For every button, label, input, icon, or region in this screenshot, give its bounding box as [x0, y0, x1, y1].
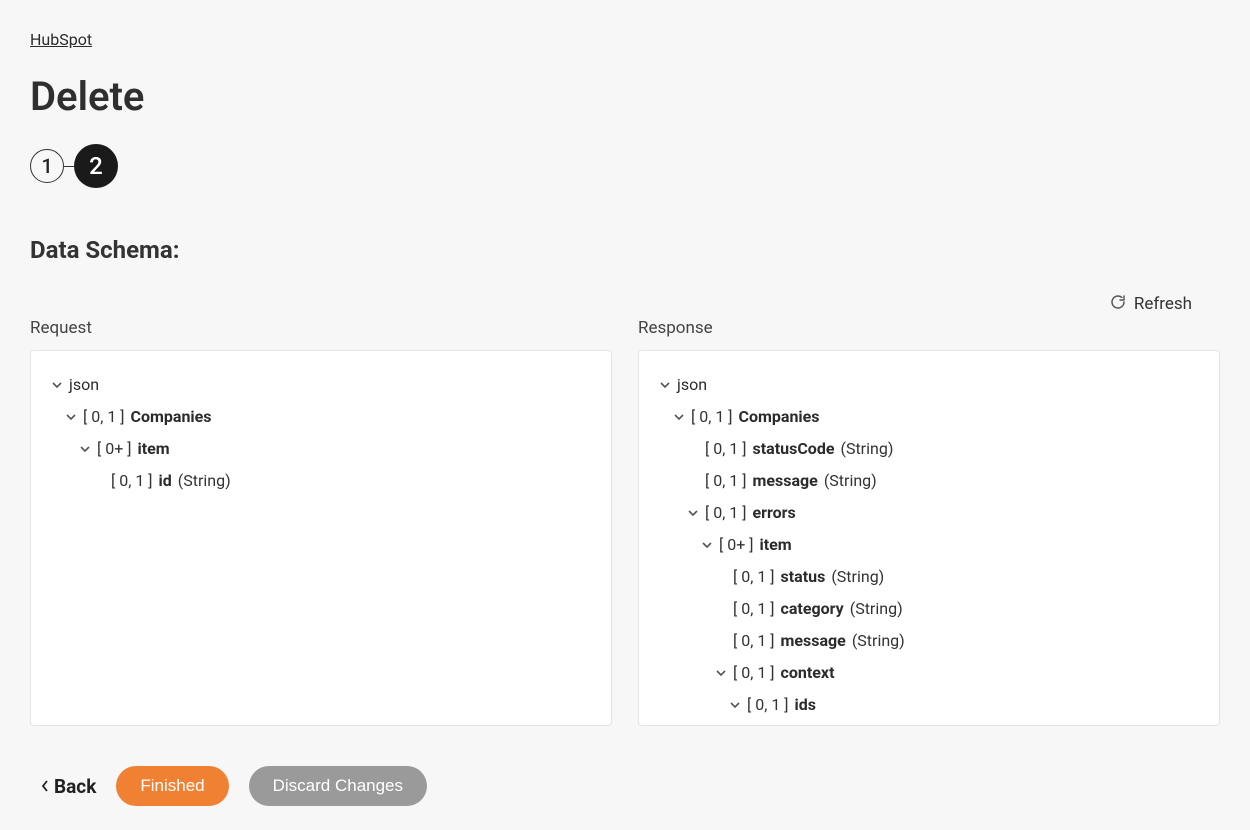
- step-2[interactable]: 2: [74, 144, 118, 188]
- tree-node-type: (String): [831, 565, 884, 589]
- cardinality: [ 0, 1 ]: [747, 693, 789, 717]
- chevron-down-icon: [659, 379, 671, 391]
- tree-node-category[interactable]: [ 0, 1 ] category (String): [659, 593, 1199, 625]
- chevron-down-icon: [51, 379, 63, 391]
- tree-node-name: status: [781, 565, 826, 589]
- response-schema-box[interactable]: json [ 0, 1 ] Companies [ 0, 1 ] statusC…: [638, 350, 1220, 726]
- request-label: Request: [30, 318, 612, 338]
- tree-node-id[interactable]: [ 0, 1 ] id (String): [51, 465, 591, 497]
- tree-node-type: (String): [824, 469, 877, 493]
- tree-node-item[interactable]: [ 0+ ] item: [51, 433, 591, 465]
- cardinality: [ 0, 1 ]: [733, 661, 775, 685]
- tree-node-errors[interactable]: [ 0, 1 ] errors: [659, 497, 1199, 529]
- tree-node-name: context: [781, 661, 835, 685]
- cardinality: [ 0, 1 ]: [733, 629, 775, 653]
- chevron-down-icon: [673, 411, 685, 423]
- back-button[interactable]: Back: [40, 775, 96, 798]
- discard-changes-button[interactable]: Discard Changes: [249, 766, 427, 806]
- response-label: Response: [638, 318, 1220, 338]
- tree-node-name: id: [159, 469, 172, 493]
- cardinality: [ 0+ ]: [97, 437, 132, 461]
- tree-node-ids[interactable]: [ 0, 1 ] ids: [659, 689, 1199, 721]
- tree-node-name: category: [781, 597, 844, 621]
- tree-node-name: ids: [795, 693, 816, 717]
- cardinality: [ 0, 1 ]: [705, 501, 747, 525]
- breadcrumb-link[interactable]: HubSpot: [30, 30, 92, 49]
- step-1[interactable]: 1: [30, 149, 64, 183]
- section-title: Data Schema:: [30, 236, 1220, 264]
- tree-node-name: statusCode: [753, 437, 835, 461]
- tree-node-type: (String): [178, 469, 231, 493]
- tree-node-message[interactable]: [ 0, 1 ] message (String): [659, 465, 1199, 497]
- tree-node-name: item: [138, 437, 170, 461]
- refresh-icon: [1110, 294, 1126, 314]
- tree-node-context[interactable]: [ 0, 1 ] context: [659, 657, 1199, 689]
- tree-node-companies[interactable]: [ 0, 1 ] Companies: [659, 401, 1199, 433]
- cardinality: [ 0, 1 ]: [111, 469, 153, 493]
- tree-node-name: Companies: [131, 405, 212, 429]
- tree-node-json[interactable]: json: [51, 369, 591, 401]
- tree-node-label: json: [69, 373, 99, 397]
- tree-node-json[interactable]: json: [659, 369, 1199, 401]
- tree-node-type: (String): [852, 629, 905, 653]
- refresh-label: Refresh: [1134, 294, 1192, 314]
- chevron-down-icon: [701, 539, 713, 551]
- chevron-left-icon: [40, 775, 50, 798]
- tree-node-status[interactable]: [ 0, 1 ] status (String): [659, 561, 1199, 593]
- cardinality: [ 0, 1 ]: [705, 469, 747, 493]
- chevron-down-icon: [715, 667, 727, 679]
- step-connector: [64, 166, 74, 167]
- finished-button[interactable]: Finished: [116, 766, 228, 806]
- cardinality: [ 0, 1 ]: [733, 565, 775, 589]
- chevron-down-icon: [729, 699, 741, 711]
- chevron-down-icon: [687, 507, 699, 519]
- back-label: Back: [54, 775, 96, 798]
- chevron-down-icon: [65, 411, 77, 423]
- tree-node-name: message: [753, 469, 818, 493]
- cardinality: [ 0+ ]: [719, 533, 754, 557]
- stepper: 1 2: [30, 144, 1220, 188]
- tree-node-companies[interactable]: [ 0, 1 ] Companies: [51, 401, 591, 433]
- cardinality: [ 0, 1 ]: [83, 405, 125, 429]
- cardinality: [ 0, 1 ]: [691, 405, 733, 429]
- cardinality: [ 0, 1 ]: [705, 437, 747, 461]
- tree-node-type: (String): [850, 597, 903, 621]
- tree-node-item[interactable]: [ 0+ ] item: [659, 529, 1199, 561]
- refresh-button[interactable]: Refresh: [30, 294, 1220, 314]
- tree-node-name: Companies: [739, 405, 820, 429]
- request-schema-box[interactable]: json [ 0, 1 ] Companies [ 0+ ] item [ 0,…: [30, 350, 612, 726]
- tree-node-statuscode[interactable]: [ 0, 1 ] statusCode (String): [659, 433, 1199, 465]
- tree-node-message2[interactable]: [ 0, 1 ] message (String): [659, 625, 1199, 657]
- tree-node-name: item: [760, 533, 792, 557]
- tree-node-label: json: [677, 373, 707, 397]
- tree-node-name: message: [781, 629, 846, 653]
- cardinality: [ 0, 1 ]: [733, 597, 775, 621]
- page-title: Delete: [30, 73, 1220, 120]
- tree-node-name: errors: [753, 501, 796, 525]
- chevron-down-icon: [79, 443, 91, 455]
- tree-node-type: (String): [840, 437, 893, 461]
